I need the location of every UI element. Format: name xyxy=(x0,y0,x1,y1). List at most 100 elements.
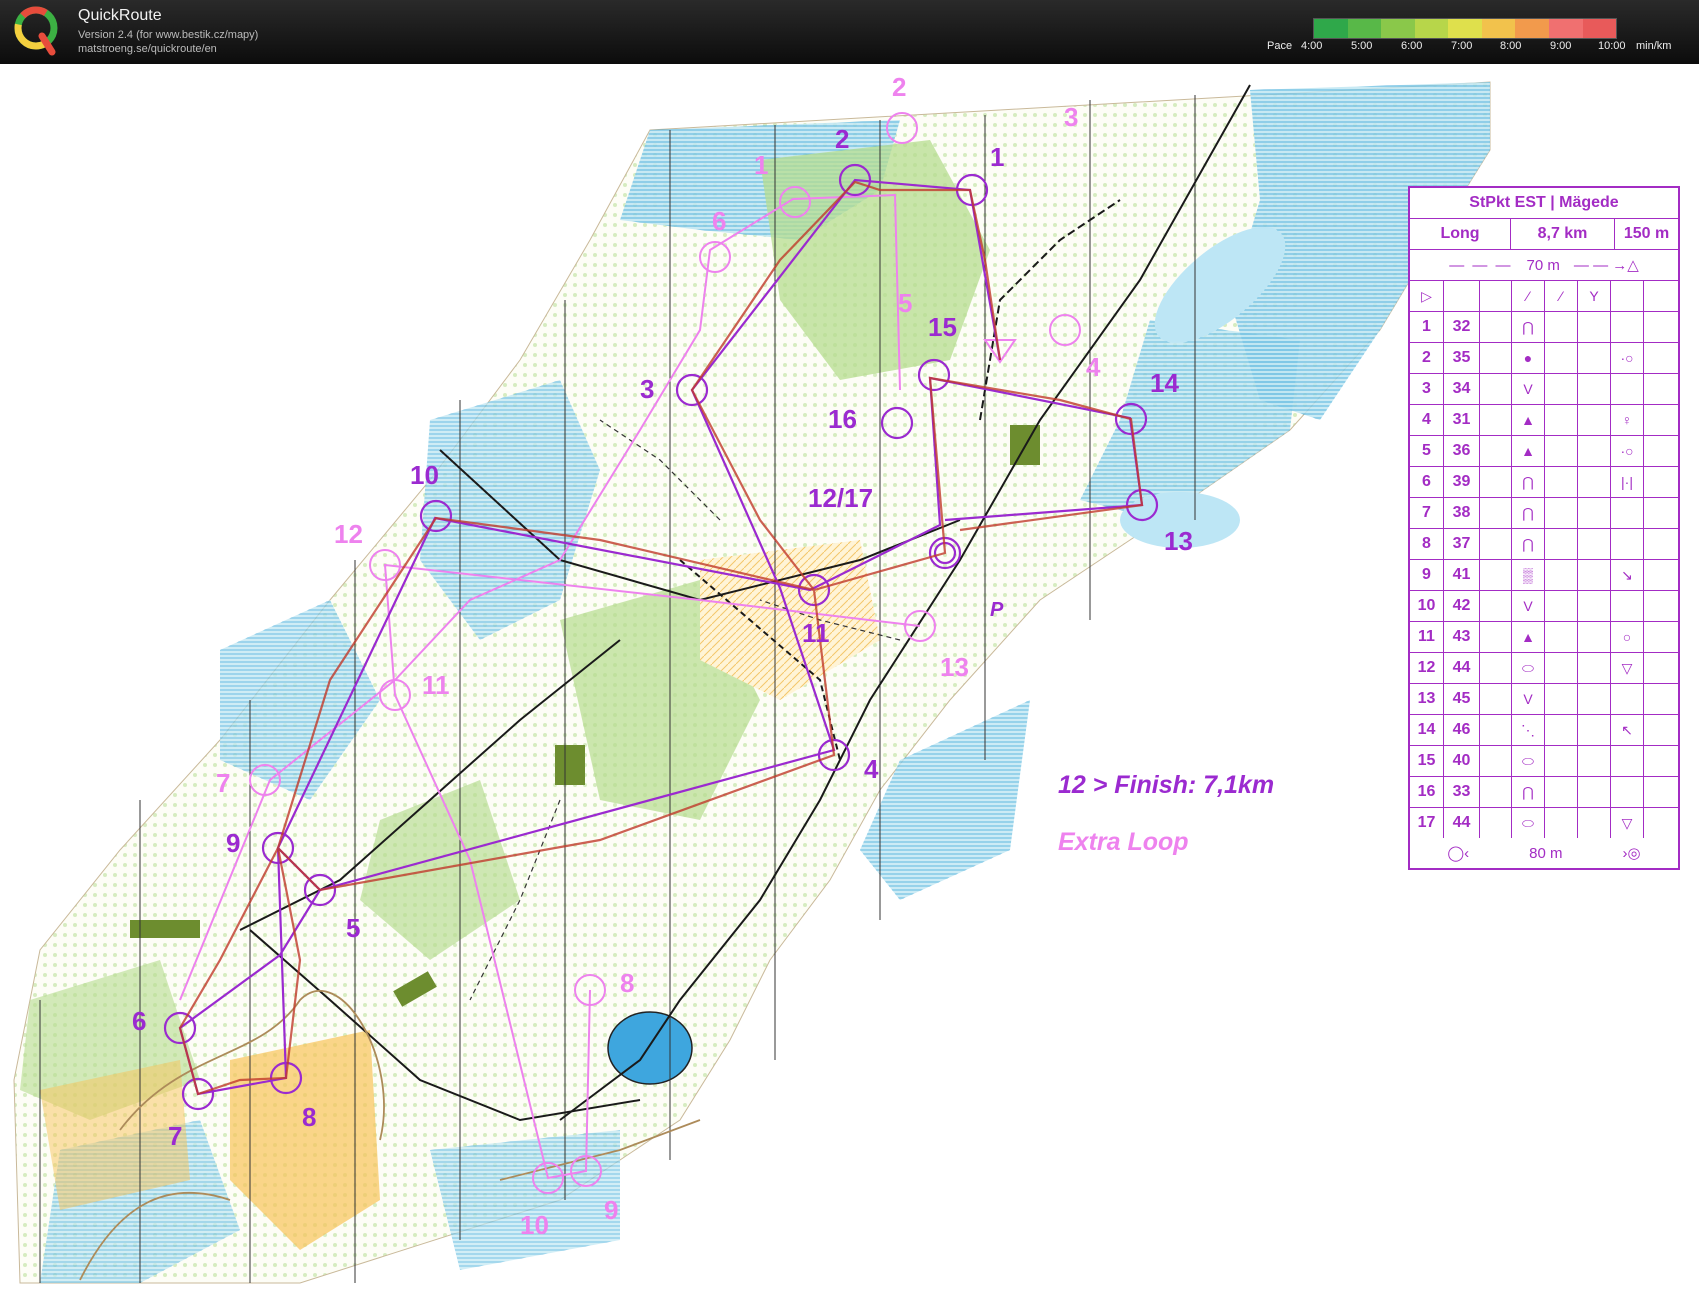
pace-unit: min/km xyxy=(1636,40,1672,52)
control-code: 43 xyxy=(1444,622,1480,652)
control-code: 34 xyxy=(1444,374,1480,404)
pace-color-segment xyxy=(1448,19,1482,38)
control-code: 41 xyxy=(1444,560,1480,590)
location-symbol-icon: |·| xyxy=(1611,467,1644,497)
feature-symbol-icon: ▲ xyxy=(1512,405,1545,435)
control-row: 11 43 ▲ ○ xyxy=(1410,622,1678,653)
quickroute-logo-icon xyxy=(14,6,58,56)
dash-line-icon: — — — xyxy=(1449,256,1513,274)
extra-control-label: 3 xyxy=(1064,102,1078,132)
empty-cell xyxy=(1644,405,1678,435)
feature-symbol-icon: ⬭ xyxy=(1512,808,1545,838)
location-symbol-icon xyxy=(1611,746,1644,776)
empty-cell xyxy=(1480,684,1512,714)
pace-color-segment xyxy=(1314,19,1348,38)
empty-cell xyxy=(1644,529,1678,559)
control-code: 33 xyxy=(1444,777,1480,807)
empty-cell xyxy=(1480,374,1512,404)
empty-cell xyxy=(1578,746,1611,776)
control-row: 9 41 ▒ ↘ xyxy=(1410,560,1678,591)
pace-color-segment xyxy=(1548,19,1583,38)
location-symbol-icon xyxy=(1611,312,1644,342)
control-number: 3 xyxy=(1410,374,1444,404)
empty-cell xyxy=(1545,777,1578,807)
feature-symbol-icon: ● xyxy=(1512,343,1545,373)
control-code: 45 xyxy=(1444,684,1480,714)
empty-cell xyxy=(1480,777,1512,807)
empty-cell xyxy=(1480,653,1512,683)
empty-cell xyxy=(1545,808,1578,838)
control-label: 4 xyxy=(864,754,879,784)
empty-cell xyxy=(1545,467,1578,497)
location-symbol-icon: ○ xyxy=(1611,622,1644,652)
control-label: 8 xyxy=(302,1102,316,1132)
building xyxy=(555,745,585,785)
control-number: 2 xyxy=(1410,343,1444,373)
control-code: 44 xyxy=(1444,653,1480,683)
feature-symbol-icon: ▲ xyxy=(1512,436,1545,466)
empty-cell xyxy=(1644,436,1678,466)
empty-cell xyxy=(1578,312,1611,342)
empty-cell xyxy=(1545,684,1578,714)
pace-tick: 8:00 xyxy=(1500,40,1522,52)
empty-cell xyxy=(1480,622,1512,652)
location-symbol-icon: ▽ xyxy=(1611,808,1644,838)
control-row: 1 32 ⋂ xyxy=(1410,312,1678,343)
location-symbol-icon xyxy=(1611,529,1644,559)
empty-cell xyxy=(1644,343,1678,373)
card-class: Long xyxy=(1410,219,1511,249)
empty-cell xyxy=(1644,777,1678,807)
arrow-triangle-icon: — — →△ xyxy=(1573,257,1639,274)
control-number: 9 xyxy=(1410,560,1444,590)
control-code: 39 xyxy=(1444,467,1480,497)
empty-cell xyxy=(1545,343,1578,373)
empty-cell xyxy=(1644,560,1678,590)
empty-cell xyxy=(1644,591,1678,621)
location-symbol-icon: ↘ xyxy=(1611,560,1644,590)
control-rows: 1 32 ⋂ 2 35 ● ·○ 3 34 V 4 31 ▲ ♀ 5 36 ▲ ·○ 6 39 ⋂ |·| 7 38 ⋂ 8 37 ⋂… xyxy=(1410,312,1678,838)
empty-cell xyxy=(1578,684,1611,714)
control-code: 42 xyxy=(1444,591,1480,621)
extra-control-label: 4 xyxy=(1086,352,1101,382)
control-label: 11 xyxy=(802,618,830,648)
control-number: 14 xyxy=(1410,715,1444,745)
card-start-distance: — — — 70 m — — →△ xyxy=(1410,250,1678,280)
empty-cell xyxy=(1578,436,1611,466)
location-symbol-icon xyxy=(1611,684,1644,714)
start-triangle-icon: ▷ xyxy=(1410,281,1444,311)
control-number: 13 xyxy=(1410,684,1444,714)
feature-symbol-icon: ⬭ xyxy=(1512,746,1545,776)
marsh-area xyxy=(430,1130,620,1270)
control-label: 9 xyxy=(226,828,240,858)
control-number: 17 xyxy=(1410,808,1444,838)
feature-symbol-icon: ⋂ xyxy=(1512,529,1545,559)
empty-cell xyxy=(1480,312,1512,342)
feature-symbol-icon: V xyxy=(1512,374,1545,404)
control-row: 7 38 ⋂ xyxy=(1410,498,1678,529)
empty-cell xyxy=(1578,622,1611,652)
control-row: 5 36 ▲ ·○ xyxy=(1410,436,1678,467)
empty-cell xyxy=(1480,405,1512,435)
control-number: 5 xyxy=(1410,436,1444,466)
finish-distance-value: 80 m xyxy=(1529,844,1563,862)
location-symbol-icon: ·○ xyxy=(1611,343,1644,373)
location-symbol-icon xyxy=(1611,374,1644,404)
feature-symbol-icon: ⋂ xyxy=(1512,777,1545,807)
app-version: Version 2.4 (for www.bestik.cz/mapy) xyxy=(78,29,259,41)
extra-control-label: 6 xyxy=(712,206,726,236)
feature-symbol-icon: ⋂ xyxy=(1512,312,1545,342)
control-label: 5 xyxy=(346,913,360,943)
parking-label: P xyxy=(990,599,1004,621)
extra-control-label: 10 xyxy=(520,1210,549,1240)
extra-control-label: 12 xyxy=(334,519,363,549)
control-label: 10 xyxy=(410,460,439,490)
control-label: 6 xyxy=(132,1006,146,1036)
feature-symbol-icon: ⬭ xyxy=(1512,653,1545,683)
empty-cell xyxy=(1480,529,1512,559)
control-label: 7 xyxy=(168,1121,182,1151)
control-code: 44 xyxy=(1444,808,1480,838)
empty-cell xyxy=(1480,746,1512,776)
empty-cell xyxy=(1545,529,1578,559)
control-row: 12 44 ⬭ ▽ xyxy=(1410,653,1678,684)
empty-cell xyxy=(1578,529,1611,559)
